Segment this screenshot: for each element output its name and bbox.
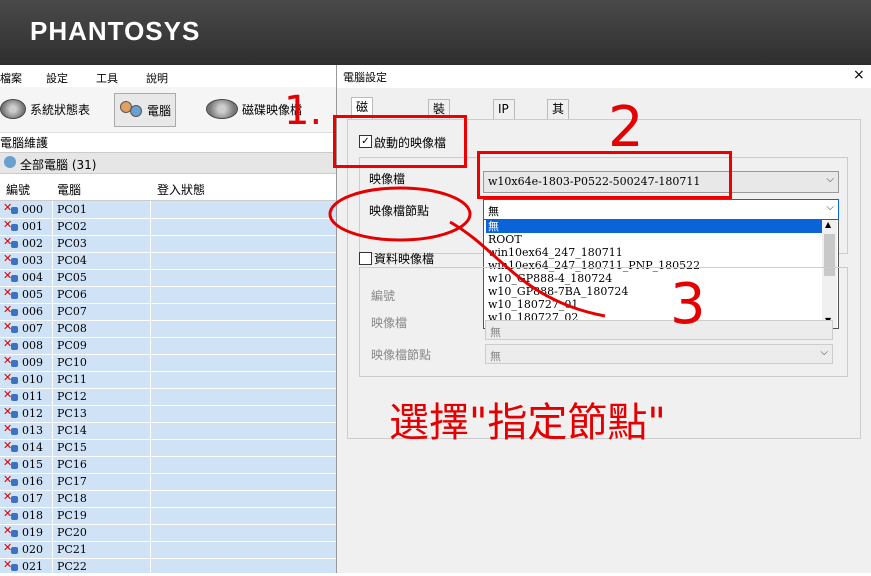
annotation-circle [328, 186, 472, 242]
annotation-strokes [328, 186, 606, 318]
annotation-arrow [449, 220, 606, 318]
